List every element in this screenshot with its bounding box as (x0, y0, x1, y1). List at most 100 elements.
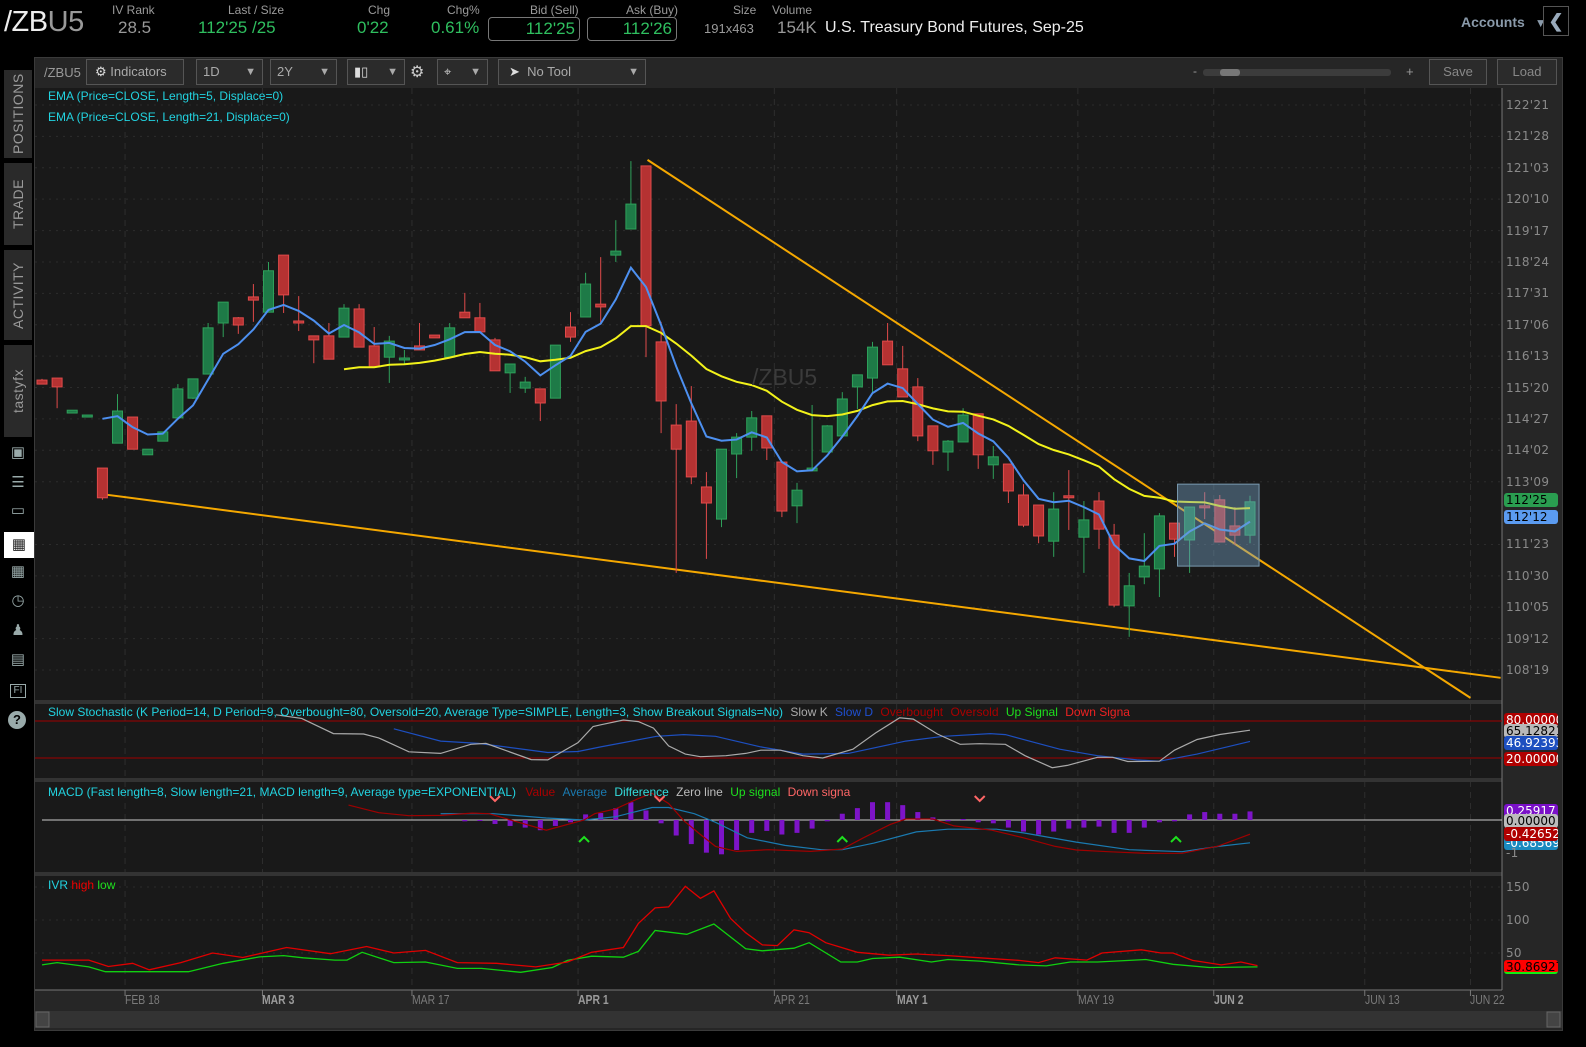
stochastic-title[interactable]: Slow Stochastic (K Period=14, D Period=9… (48, 705, 783, 719)
macd-axis-label: -1 (1506, 846, 1519, 860)
candle-down (882, 340, 894, 366)
macd-legend: MACD (Fast length=8, Slow length=21, MAC… (48, 785, 850, 799)
macd-difference-bar (1021, 820, 1026, 832)
candle-down (474, 317, 486, 333)
date-axis-label: FEB 18 (125, 992, 160, 1007)
scroll-right-button[interactable] (1546, 1011, 1561, 1028)
macd-difference-bar (990, 820, 996, 824)
price-axis-label: 114'27 (1506, 411, 1550, 426)
stochastic-legend: Slow Stochastic (K Period=14, D Period=9… (48, 705, 1130, 719)
candle-up (263, 270, 274, 313)
macd-difference-bar (809, 820, 815, 829)
price-axis-label: 110'05 (1506, 600, 1550, 615)
candle-down (1033, 504, 1045, 537)
candle-down (1018, 494, 1029, 526)
ema21-study-label[interactable]: EMA (Price=CLOSE, Length=21, Displace=0) (48, 110, 290, 124)
date-axis-label: JUN 13 (1364, 992, 1400, 1007)
candle-up (519, 381, 531, 389)
trendline (102, 493, 1501, 679)
date-axis-label: APR 21 (774, 992, 811, 1007)
up-signal-arrow (836, 835, 849, 843)
macd-difference-bar (1051, 820, 1057, 832)
date-axis-label: MAR 17 (411, 992, 450, 1007)
price-axis-label: 122'21 (1506, 98, 1550, 112)
ivr-low-line (41, 923, 1258, 973)
price-axis-label: 109'12 (1506, 631, 1550, 646)
panel-divider[interactable] (35, 700, 1502, 704)
value-tag: -0.42652 (1504, 827, 1558, 841)
candle-down (534, 388, 546, 404)
macd-difference-bar (975, 820, 981, 823)
macd-difference-bar (839, 813, 845, 820)
macd-difference-bar (1005, 820, 1011, 828)
legend-oversold: Oversold (950, 705, 999, 719)
candle-up (444, 327, 456, 358)
macd-difference-bar (628, 802, 634, 820)
candle-up (851, 374, 863, 388)
legend-value: Value (525, 785, 556, 799)
legend-overbought: Overbought (880, 705, 944, 719)
date-axis-label: APR 1 (578, 992, 609, 1007)
macd-difference-bar (568, 820, 573, 823)
price-axis-label: 115'20 (1506, 380, 1550, 395)
macd-difference-bar (477, 820, 483, 821)
candle-down (127, 416, 139, 450)
date-axis-label: MAY 19 (1077, 992, 1114, 1007)
candle-down (640, 165, 652, 327)
ivr-axis-label: 150 (1506, 880, 1530, 894)
macd-difference-bar (1066, 820, 1072, 829)
legend-down-signal: Down signa (787, 785, 851, 799)
panel-divider[interactable] (35, 778, 1502, 782)
macd-difference-bar (1187, 814, 1193, 820)
selection-box (1177, 483, 1260, 567)
price-axis-label: 121'03 (1506, 160, 1550, 175)
price-axis-label: 120'10 (1506, 192, 1550, 207)
macd-difference-bar (1247, 811, 1253, 820)
price-axis-label: 119'17 (1506, 223, 1550, 238)
macd-difference-bar (1036, 820, 1042, 835)
ema5-price-tag: 112'12 (1504, 510, 1558, 524)
ivr-title[interactable]: IVR (48, 878, 68, 892)
macd-difference-bar (1217, 813, 1223, 820)
candle-up (202, 327, 214, 375)
price-chart[interactable] (0, 0, 1586, 1047)
candle-up (142, 448, 154, 456)
candle-down (36, 379, 48, 385)
candle-up (625, 203, 637, 230)
candle-up (716, 448, 727, 520)
candle-down (278, 254, 290, 296)
candle-down (776, 461, 788, 512)
macd-difference-bar (1081, 820, 1087, 828)
macd-difference-bar (945, 820, 951, 822)
candle-up (1153, 515, 1165, 570)
macd-difference-bar (854, 808, 860, 820)
candle-up (81, 414, 93, 418)
candle-down (912, 386, 924, 437)
candle-down (700, 486, 712, 504)
legend-average: Average (562, 785, 607, 799)
horizontal-scrollbar[interactable] (35, 1011, 1562, 1028)
macd-difference-bar (658, 820, 664, 824)
candle-down (670, 424, 682, 450)
candle-up (987, 456, 999, 466)
candle-down (927, 425, 939, 452)
ivr-high-line (42, 885, 1258, 971)
price-axis-label: 117'31 (1506, 286, 1550, 301)
price-axis-label: 108'19 (1506, 663, 1550, 677)
macd-difference-bar (673, 820, 679, 836)
candle-down (353, 308, 365, 348)
scroll-left-button[interactable] (35, 1011, 50, 1028)
legend-zero-line: Zero line (676, 785, 723, 799)
slow-k-line (275, 714, 1251, 769)
candle-down (595, 303, 607, 308)
macd-difference-bar (764, 820, 770, 831)
macd-difference-bar (900, 805, 906, 820)
macd-difference-bar (613, 808, 619, 820)
candle-up (338, 307, 350, 338)
macd-difference-bar (552, 820, 558, 826)
oversold-tag: 20.00000 (1504, 752, 1558, 766)
macd-title[interactable]: MACD (Fast length=8, Slow length=21, MAC… (48, 785, 516, 799)
legend-up-signal: Up signal (730, 785, 781, 799)
ema5-study-label[interactable]: EMA (Price=CLOSE, Length=5, Displace=0) (48, 89, 283, 103)
panel-divider[interactable] (35, 872, 1502, 876)
